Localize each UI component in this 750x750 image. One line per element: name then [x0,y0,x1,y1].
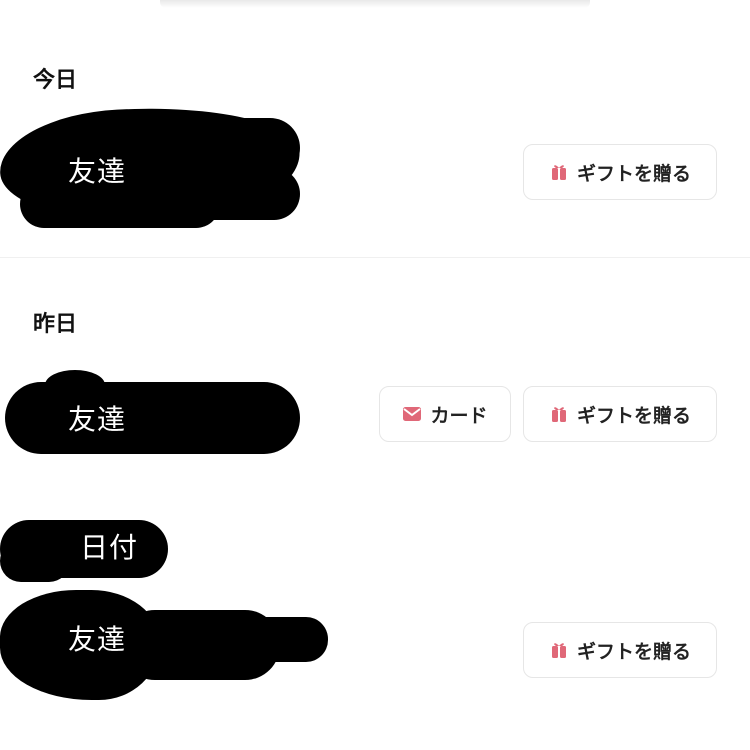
friend-name: 友達 [68,155,127,188]
section-divider [0,257,750,258]
gift-icon [549,162,569,182]
section-title-yesterday: 昨日 [33,312,78,337]
send-card-label: カード [430,404,488,427]
top-edge-fade [160,0,590,8]
send-gift-label: ギフトを贈る [576,404,691,427]
friend-name: 友達 [68,403,127,436]
date-label: 日付 [80,531,139,564]
send-gift-label: ギフトを贈る [576,162,691,185]
send-card-button[interactable]: カード [379,386,511,442]
send-gift-button[interactable]: ギフトを贈る [523,386,717,442]
section-title-today: 今日 [33,68,78,93]
gift-icon [549,640,569,660]
envelope-icon [402,406,422,422]
send-gift-button[interactable]: ギフトを贈る [523,622,717,678]
friend-name: 友達 [68,623,127,656]
send-gift-button[interactable]: ギフトを贈る [523,144,717,200]
gift-icon [549,404,569,424]
send-gift-label: ギフトを贈る [576,640,691,663]
